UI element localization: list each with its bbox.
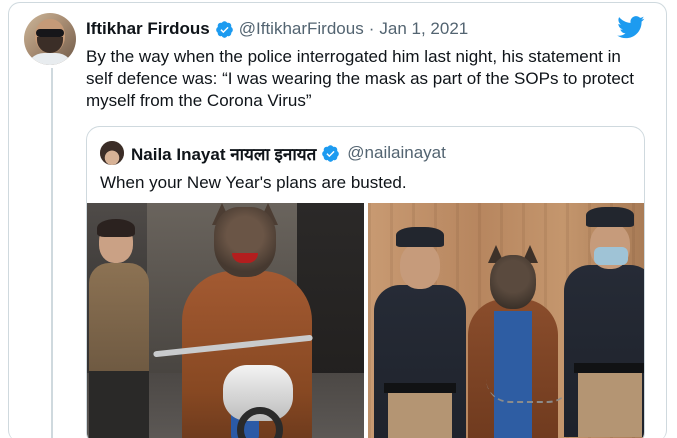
photo-wolf-mask-with-police[interactable] bbox=[368, 203, 644, 438]
quoted-author-name[interactable]: Naila Inayat नायला इनायत bbox=[131, 142, 316, 165]
quoted-tweet-header: Naila Inayat नायला इनायत @nailainayat bbox=[131, 142, 446, 164]
quoted-tweet[interactable]: Naila Inayat नायला इनायत @nailainayat Wh… bbox=[86, 126, 645, 438]
verified-badge-icon bbox=[322, 144, 340, 162]
quoted-author-avatar[interactable] bbox=[100, 141, 124, 165]
quoted-tweet-text: When your New Year's plans are busted. bbox=[100, 173, 407, 192]
thread-line bbox=[51, 68, 53, 438]
tweet-date[interactable]: Jan 1, 2021 bbox=[379, 19, 468, 39]
header-separator: · bbox=[368, 19, 375, 38]
verified-badge-icon bbox=[215, 20, 233, 38]
twitter-bird-icon[interactable] bbox=[617, 16, 645, 39]
tweet-header: Iftikhar Firdous @IftikharFirdous · Jan … bbox=[86, 18, 468, 40]
author-avatar[interactable] bbox=[24, 13, 76, 65]
quoted-author-handle[interactable]: @nailainayat bbox=[347, 143, 446, 163]
photo-wolf-mask-on-motorbike[interactable] bbox=[87, 203, 364, 438]
author-name[interactable]: Iftikhar Firdous bbox=[86, 19, 210, 39]
tweet-text: By the way when the police interrogated … bbox=[86, 47, 635, 110]
author-handle[interactable]: @IftikharFirdous bbox=[239, 19, 364, 39]
